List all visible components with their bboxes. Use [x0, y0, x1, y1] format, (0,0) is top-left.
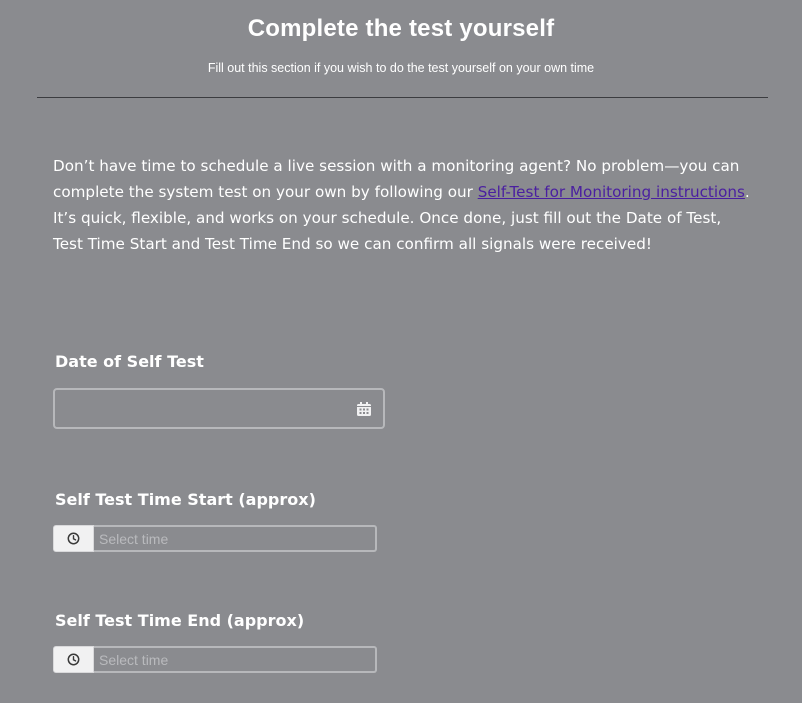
- time-end-clock-button[interactable]: [53, 646, 94, 673]
- section-divider: [37, 97, 768, 98]
- self-test-time-end-input[interactable]: [94, 646, 377, 673]
- date-of-self-test-label: Date of Self Test: [55, 352, 204, 371]
- time-start-clock-button[interactable]: [53, 525, 94, 552]
- clock-icon: [67, 532, 80, 545]
- calendar-icon[interactable]: [356, 401, 372, 417]
- clock-icon: [67, 653, 80, 666]
- section-subtitle: Fill out this section if you wish to do …: [207, 61, 595, 75]
- date-of-self-test-input[interactable]: [53, 388, 385, 429]
- self-test-time-end-group: [53, 646, 377, 673]
- self-test-time-start-group: [53, 525, 377, 552]
- self-test-instructions-link[interactable]: Self-Test for Monitoring instructions: [478, 183, 745, 201]
- section-title: Complete the test yourself: [247, 15, 555, 42]
- self-test-time-end-label: Self Test Time End (approx): [55, 611, 305, 630]
- intro-paragraph: Don’t have time to schedule a live sessi…: [53, 153, 753, 257]
- self-test-time-start-input[interactable]: [94, 525, 377, 552]
- self-test-time-start-label: Self Test Time Start (approx): [55, 490, 316, 509]
